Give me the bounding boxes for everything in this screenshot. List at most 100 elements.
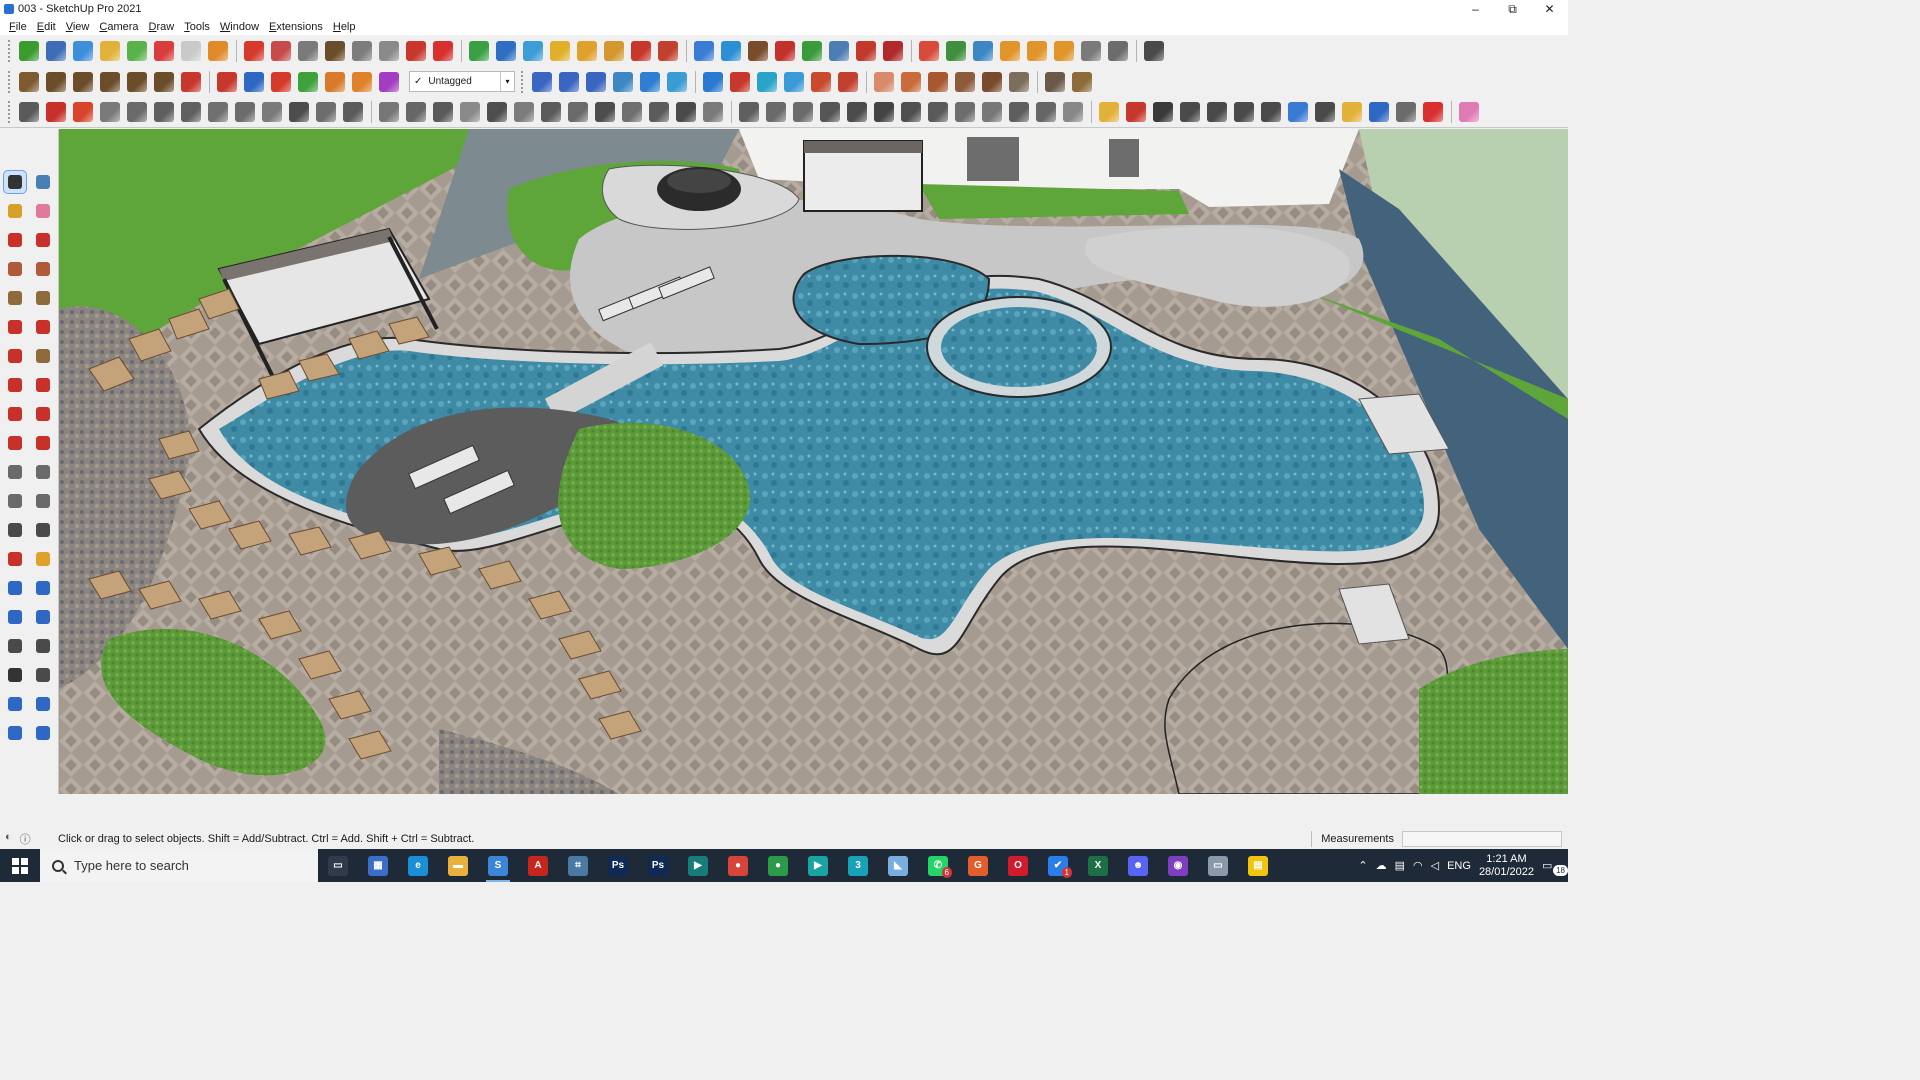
toolbar1-button-37[interactable]: [1027, 40, 1047, 61]
toolbar3-button-45[interactable]: [1234, 102, 1254, 122]
toolbar1-button-20[interactable]: [550, 40, 570, 61]
toolbar2b-button-3[interactable]: [586, 71, 606, 92]
toolbar1-button-40[interactable]: [1108, 40, 1128, 61]
toolbar2b-button-19[interactable]: [1045, 71, 1065, 92]
toolbar3-button-15[interactable]: [406, 102, 426, 122]
toolbar3-button-11[interactable]: [289, 102, 309, 122]
taskbar-app-opera[interactable]: O: [998, 849, 1038, 882]
toolbar1-button-35[interactable]: [973, 40, 993, 61]
toolbar1-button-9[interactable]: [244, 40, 264, 61]
toolbar3-button-52[interactable]: [1423, 102, 1443, 122]
maximize-button[interactable]: ⧉: [1494, 2, 1531, 17]
move-tool[interactable]: [4, 374, 26, 396]
orbit-tool[interactable]: [4, 548, 26, 570]
toolbar3-button-38[interactable]: [1036, 102, 1056, 122]
taskbar-app-task-view[interactable]: ▭: [318, 849, 358, 882]
toolbar3-button-32[interactable]: [874, 102, 894, 122]
start-button[interactable]: [0, 849, 40, 882]
freehand-tool[interactable]: [32, 229, 54, 251]
toolbar3-button-42[interactable]: [1153, 102, 1173, 122]
toolbar2b-button-20[interactable]: [1072, 71, 1092, 92]
toolbar1-button-12[interactable]: [325, 40, 345, 61]
taskbar-app-excel[interactable]: X: [1078, 849, 1118, 882]
toolbar1-button-39[interactable]: [1081, 40, 1101, 61]
tape-measure-tool[interactable]: [4, 461, 26, 483]
position-camera-tool[interactable]: [4, 635, 26, 657]
toolbar1-button-19[interactable]: [523, 40, 543, 61]
taskbar-app-sticky-notes[interactable]: ▤: [1238, 849, 1278, 882]
taskbar-app-app-a[interactable]: ⌗: [558, 849, 598, 882]
axes-tool[interactable]: [4, 519, 26, 541]
smoove-tool[interactable]: [4, 722, 26, 744]
sandbox-from-scratch-tool[interactable]: [32, 693, 54, 715]
toolbar3-button-10[interactable]: [262, 102, 282, 122]
toolbar1-button-3[interactable]: [73, 40, 93, 61]
toolbar-grip[interactable]: [8, 101, 12, 123]
taskbar-app-app-layout[interactable]: ▶: [678, 849, 718, 882]
taskbar-app-whatsapp[interactable]: ✆ 6: [918, 849, 958, 882]
toolbar2b-button-15[interactable]: [928, 71, 948, 92]
menu-item-file[interactable]: File: [4, 21, 32, 33]
toolbar3-button-49[interactable]: [1342, 102, 1362, 122]
line-tool[interactable]: [4, 229, 26, 251]
toolbar2a-button-7[interactable]: [181, 71, 201, 92]
menu-item-view[interactable]: View: [61, 21, 95, 33]
close-button[interactable]: ✕: [1531, 2, 1568, 17]
toolbar2b-button-18[interactable]: [1009, 71, 1029, 92]
toolbar1-button-38[interactable]: [1054, 40, 1074, 61]
previous-view-tool[interactable]: [32, 606, 54, 628]
menu-item-window[interactable]: Window: [215, 21, 264, 33]
taskbar-app-app-d[interactable]: ✔ 1: [1038, 849, 1078, 882]
toolbar3-button-22[interactable]: [595, 102, 615, 122]
toolbar1-button-24[interactable]: [658, 40, 678, 61]
toolbar3-button-16[interactable]: [433, 102, 453, 122]
toolbar1-button-2[interactable]: [46, 40, 66, 61]
toolbar3-button-18[interactable]: [487, 102, 507, 122]
toolbar1-button-32[interactable]: [883, 40, 903, 61]
zoom-extents-tool[interactable]: [4, 606, 26, 628]
toolbar3-button-2[interactable]: [46, 102, 66, 122]
toolbar2b-button-8[interactable]: [730, 71, 750, 92]
toolbar1-button-4[interactable]: [100, 40, 120, 61]
language-indicator[interactable]: ENG: [1447, 860, 1471, 872]
toolbar3-button-4[interactable]: [100, 102, 120, 122]
pan-tool[interactable]: [32, 548, 54, 570]
zoom-window-tool[interactable]: [32, 577, 54, 599]
toolbar1-button-16[interactable]: [433, 40, 453, 61]
toolbar1-button-13[interactable]: [352, 40, 372, 61]
eraser-tool[interactable]: [32, 200, 54, 222]
toolbar3-button-44[interactable]: [1207, 102, 1227, 122]
toolbar1-button-18[interactable]: [496, 40, 516, 61]
toolbar1-button-11[interactable]: [298, 40, 318, 61]
toolbar2b-button-9[interactable]: [757, 71, 777, 92]
wifi-icon[interactable]: ◠: [1413, 859, 1423, 872]
toolbar3-button-8[interactable]: [208, 102, 228, 122]
toolbar1-button-6[interactable]: [154, 40, 174, 61]
toolbar2b-button-1[interactable]: [532, 71, 552, 92]
minimize-button[interactable]: –: [1457, 2, 1494, 17]
toolbar3-button-7[interactable]: [181, 102, 201, 122]
taskbar-app-app-f[interactable]: ▭: [1198, 849, 1238, 882]
toolbar2a-button-9[interactable]: [244, 71, 264, 92]
stamp-tool[interactable]: [32, 722, 54, 744]
toolbar1-button-15[interactable]: [406, 40, 426, 61]
taskbar-app-photoshop-1[interactable]: Ps: [598, 849, 638, 882]
arc-tool[interactable]: [4, 316, 26, 338]
toolbar2a-button-11[interactable]: [298, 71, 318, 92]
toolbar2a-button-8[interactable]: [217, 71, 237, 92]
toolbar1-button-25[interactable]: [694, 40, 714, 61]
toolbar1-button-14[interactable]: [379, 40, 399, 61]
component-tool[interactable]: [32, 171, 54, 193]
rotate-tool[interactable]: [4, 403, 26, 425]
look-around-tool[interactable]: [32, 635, 54, 657]
taskbar-app-edge[interactable]: e: [398, 849, 438, 882]
toolbar2a-button-2[interactable]: [46, 71, 66, 92]
taskbar-search[interactable]: Type here to search: [40, 849, 318, 882]
toolbar3-button-19[interactable]: [514, 102, 534, 122]
taskbar-app-app-b[interactable]: ▶: [798, 849, 838, 882]
toolbar2a-button-3[interactable]: [73, 71, 93, 92]
paint-bucket-tool[interactable]: [4, 200, 26, 222]
menu-item-extensions[interactable]: Extensions: [264, 21, 328, 33]
push-pull-tool[interactable]: [32, 374, 54, 396]
toolbar3-button-20[interactable]: [541, 102, 561, 122]
